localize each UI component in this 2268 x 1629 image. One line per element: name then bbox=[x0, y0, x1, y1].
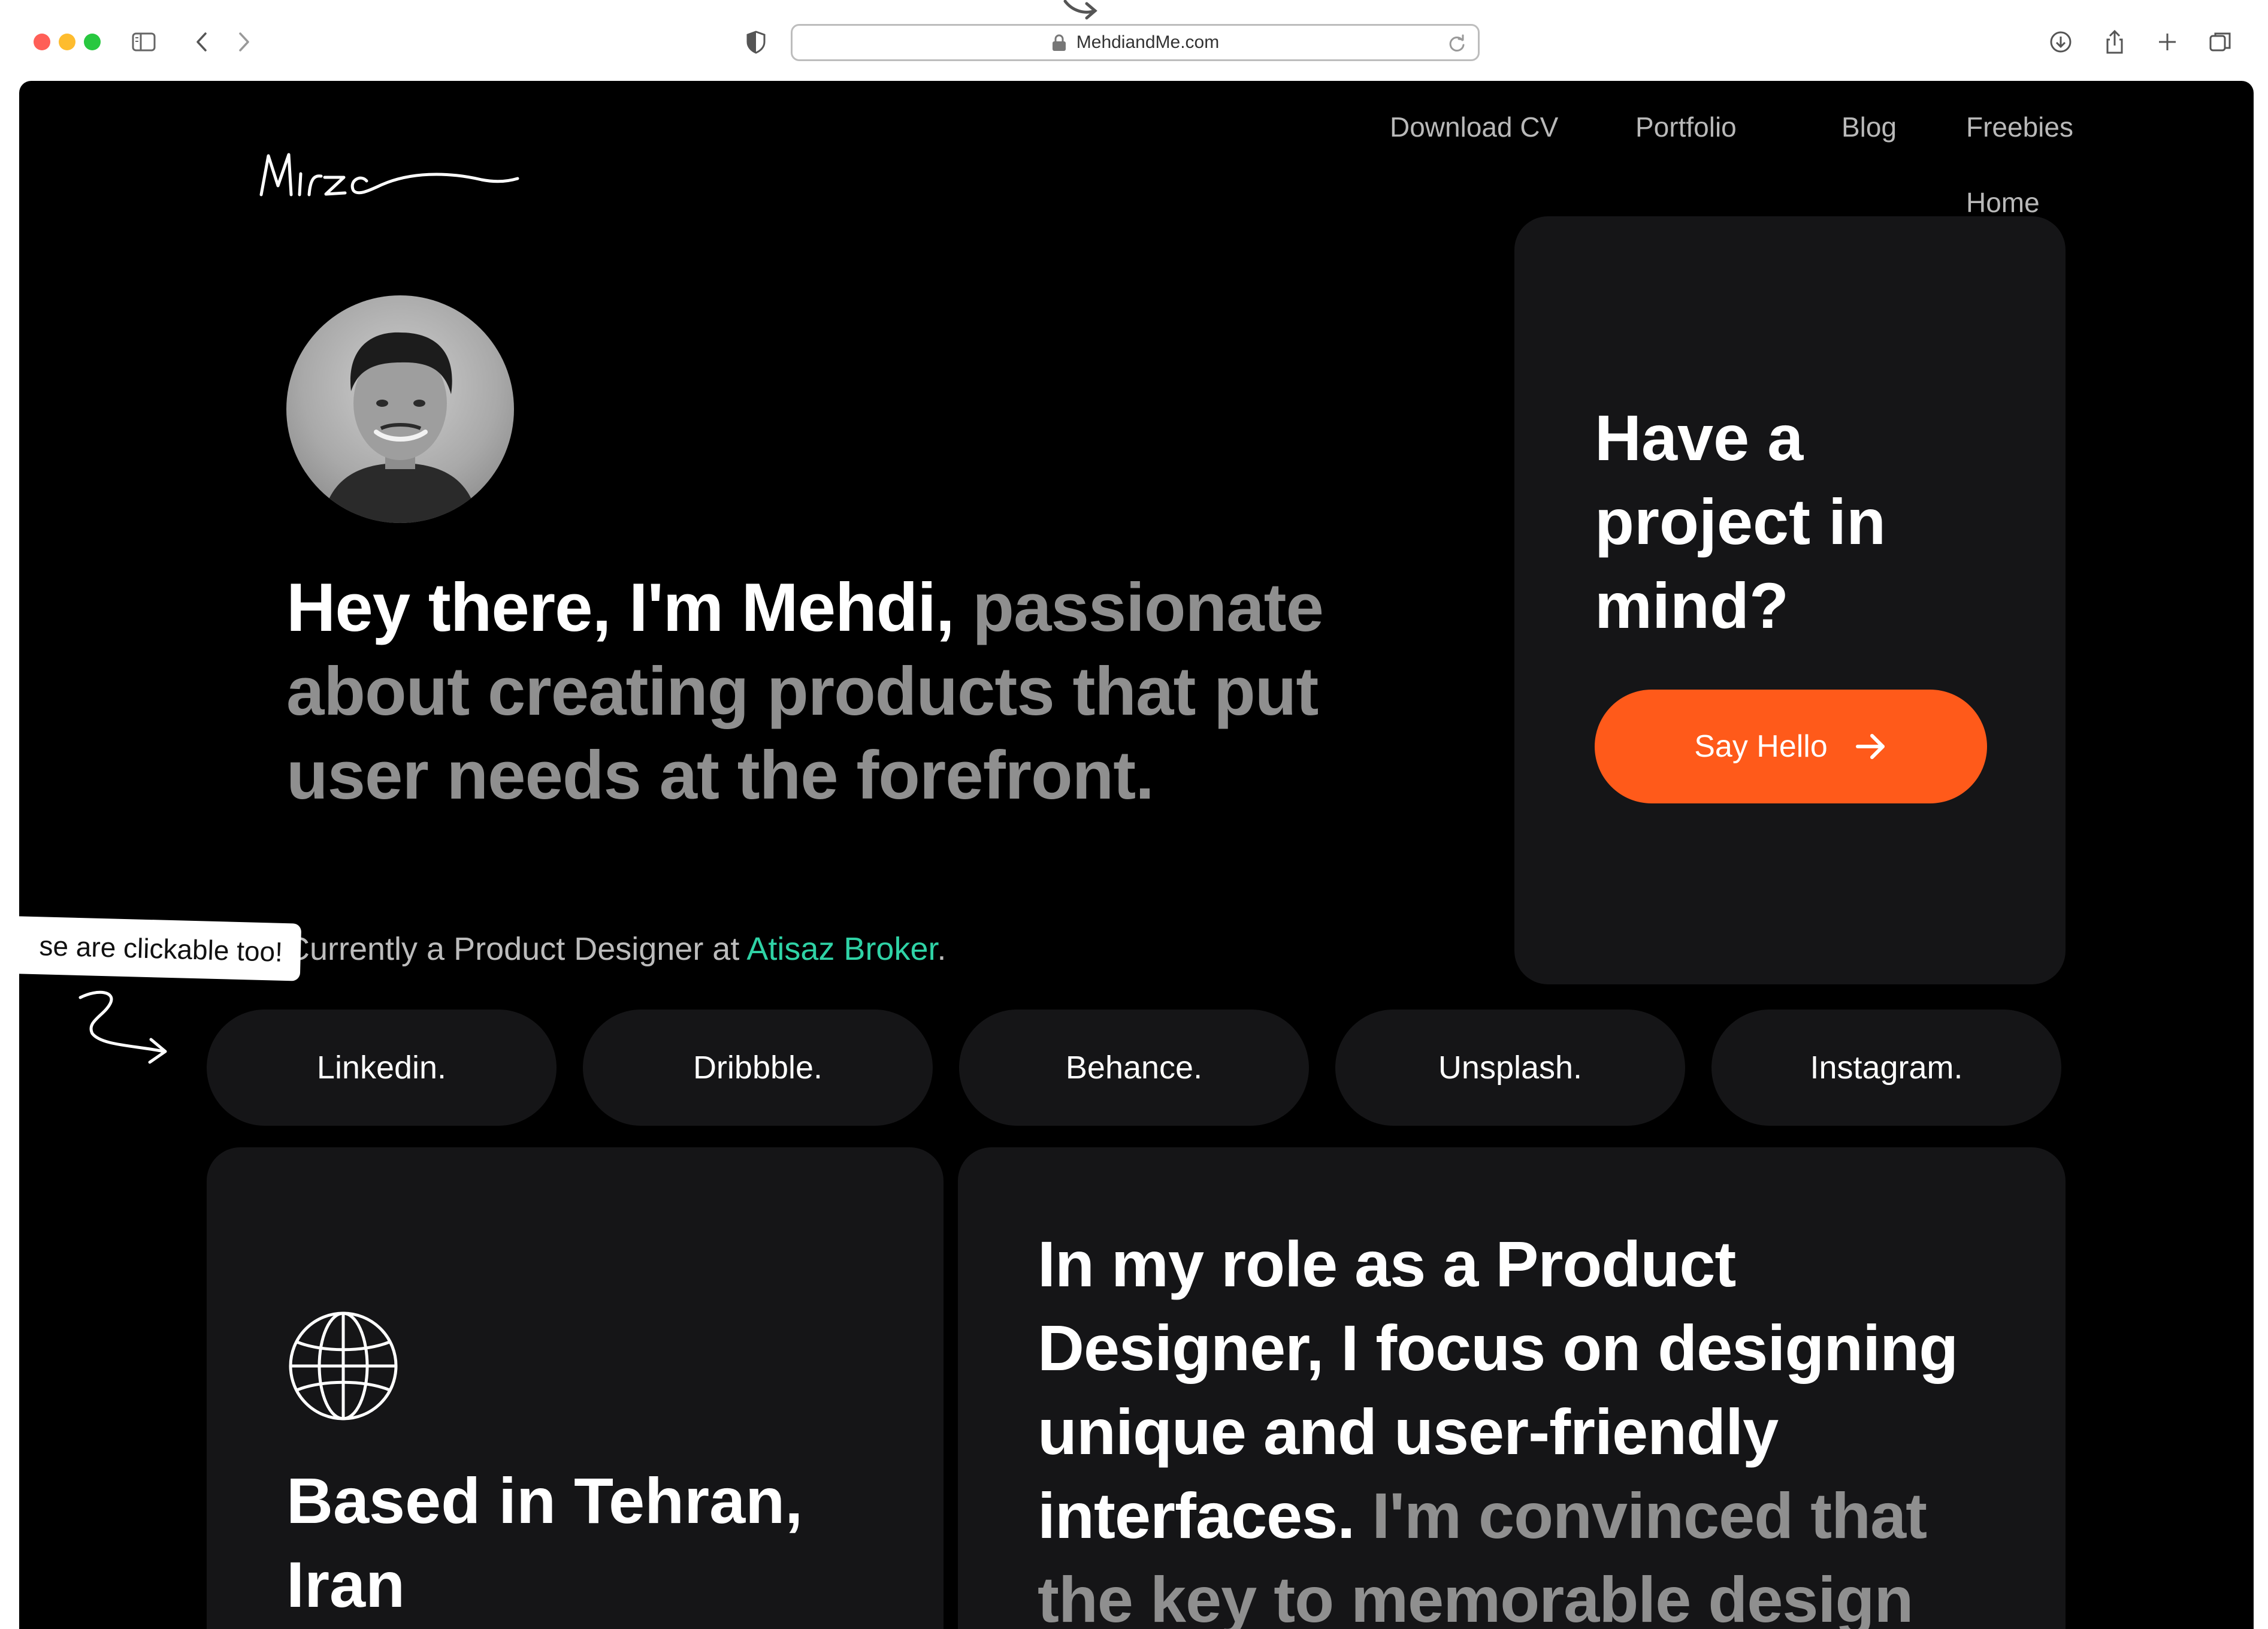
social-linkedin-label: Linkedin. bbox=[316, 1050, 447, 1086]
lock-icon bbox=[1052, 34, 1066, 51]
nav-blog[interactable]: Blog bbox=[1841, 111, 1897, 143]
minimize-window-button[interactable] bbox=[59, 34, 75, 50]
role-text: In my role as a Product Designer, I focu… bbox=[1038, 1222, 2020, 1629]
tab-overview-icon[interactable] bbox=[2202, 24, 2238, 60]
location-text: Based in Tehran, Iran bbox=[286, 1464, 803, 1621]
social-behance[interactable]: Behance. bbox=[959, 1010, 1309, 1126]
say-hello-button[interactable]: Say Hello bbox=[1595, 690, 1987, 803]
social-dribbble[interactable]: Dribbble. bbox=[583, 1010, 933, 1126]
company-link[interactable]: Atisaz Broker bbox=[746, 931, 937, 967]
signature-logo[interactable] bbox=[254, 138, 524, 210]
new-tab-icon[interactable] bbox=[2149, 24, 2185, 60]
social-unsplash[interactable]: Unsplash. bbox=[1335, 1010, 1685, 1126]
nav-download-cv[interactable]: Download CV bbox=[1390, 111, 1558, 143]
nav-freebies[interactable]: Freebies bbox=[1966, 111, 2073, 143]
globe-icon bbox=[289, 1311, 398, 1421]
social-behance-label: Behance. bbox=[1065, 1050, 1203, 1086]
arrow-right-icon bbox=[1855, 734, 1885, 759]
back-icon[interactable] bbox=[185, 24, 220, 60]
project-card: Have a project in mind? Say Hello bbox=[1514, 216, 2066, 984]
squiggle-arrow-icon bbox=[78, 990, 167, 1064]
social-instagram[interactable]: Instagram. bbox=[1711, 1010, 2061, 1126]
hero-headline-strong: Hey there, I'm Mehdi, bbox=[286, 570, 955, 646]
forward-icon[interactable] bbox=[225, 24, 261, 60]
close-window-button[interactable] bbox=[34, 34, 50, 50]
current-role-suffix: . bbox=[937, 931, 946, 967]
privacy-shield-icon[interactable] bbox=[738, 24, 774, 60]
page-viewport: Download CV Portfolio Blog Freebies Home… bbox=[19, 81, 2254, 1629]
current-role-prefix: Currently a Product Designer at bbox=[286, 931, 740, 967]
project-card-title: Have a project in mind? bbox=[1595, 401, 1886, 642]
zoom-window-button[interactable] bbox=[84, 34, 101, 50]
social-unsplash-label: Unsplash. bbox=[1438, 1050, 1583, 1086]
role-card: In my role as a Product Designer, I focu… bbox=[958, 1147, 2066, 1629]
hero-headline: Hey there, I'm Mehdi, passionate about c… bbox=[286, 566, 1425, 818]
browser-chrome: MehdiandMe.com bbox=[0, 0, 2268, 81]
clickable-note-text: se are clickable too! bbox=[38, 930, 283, 968]
downloads-icon[interactable] bbox=[2043, 24, 2079, 60]
nav-home[interactable]: Home bbox=[1966, 186, 2040, 219]
say-hello-label: Say Hello bbox=[1694, 729, 1828, 764]
location-card: Based in Tehran, Iran bbox=[207, 1147, 944, 1629]
social-dribbble-label: Dribbble. bbox=[693, 1050, 823, 1086]
current-role: Currently a Product Designer at Atisaz B… bbox=[286, 930, 946, 968]
share-icon[interactable] bbox=[2097, 24, 2133, 60]
reload-icon[interactable] bbox=[1447, 33, 1467, 53]
sidebar-toggle-icon[interactable] bbox=[126, 24, 162, 60]
clickable-note: se are clickable too! bbox=[19, 915, 302, 981]
address-bar[interactable]: MehdiandMe.com bbox=[791, 24, 1480, 61]
nav-portfolio[interactable]: Portfolio bbox=[1635, 111, 1737, 143]
profile-avatar bbox=[286, 295, 514, 523]
url-text: MehdiandMe.com bbox=[1076, 32, 1220, 52]
social-instagram-label: Instagram. bbox=[1810, 1050, 1963, 1086]
social-linkedin[interactable]: Linkedin. bbox=[207, 1010, 557, 1126]
arrow-down-icon bbox=[1063, 0, 1097, 20]
